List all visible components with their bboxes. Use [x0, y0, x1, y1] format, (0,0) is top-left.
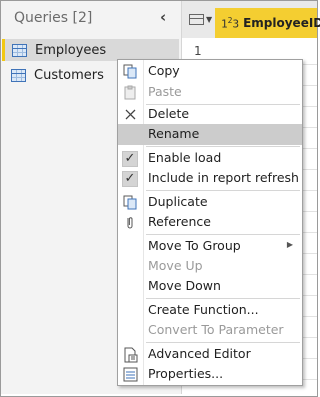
menu-item-label: Move Down — [148, 278, 221, 293]
menu-separator — [146, 234, 300, 235]
menu-item-label: Rename — [148, 126, 200, 141]
submenu-arrow-icon: ▶ — [286, 240, 293, 249]
paste-icon — [121, 84, 139, 101]
query-item-label: Employees — [35, 42, 107, 58]
menu-separator — [146, 146, 300, 147]
query-item-employees[interactable]: Employees — [2, 39, 179, 61]
rename-icon — [121, 126, 139, 143]
duplicate-icon — [121, 194, 139, 211]
menu-item-label: Convert To Parameter — [148, 322, 284, 337]
menu-separator — [146, 190, 300, 191]
menu-separator — [146, 298, 300, 299]
table-menu-icon[interactable] — [189, 14, 204, 25]
whole-number-type-icon[interactable]: 123 — [221, 16, 239, 31]
table-icon — [11, 68, 26, 82]
menu-item-copy[interactable]: Copy — [118, 61, 302, 82]
delete-icon — [121, 106, 139, 123]
menu-item-rename[interactable]: Rename — [118, 124, 302, 145]
menu-item-advanced-editor[interactable]: Advanced Editor — [118, 344, 302, 365]
menu-item-label: Enable load — [148, 150, 222, 165]
check-icon: ✓ — [122, 170, 138, 187]
menu-item-label: Reference — [148, 214, 211, 229]
menu-item-label: Advanced Editor — [148, 346, 251, 361]
menu-item-create-function[interactable]: Create Function... — [118, 300, 302, 321]
menu-separator — [146, 342, 300, 343]
table-icon — [12, 43, 27, 57]
reference-icon — [121, 214, 139, 231]
checkbox-icon: ✓ — [121, 150, 139, 167]
query-item-label: Customers — [34, 67, 104, 83]
column-header-employeeid[interactable]: 123 EmployeeID — [215, 8, 320, 38]
menu-item-duplicate[interactable]: Duplicate — [118, 192, 302, 213]
column-header-label: EmployeeID — [243, 16, 320, 30]
row-number: 1 — [194, 44, 202, 58]
query-context-menu: Copy Paste Delete Rename ✓ Enable load ✓… — [117, 59, 303, 386]
menu-item-properties[interactable]: Properties... — [118, 364, 302, 385]
advanced-editor-icon — [121, 346, 139, 363]
menu-item-label: Copy — [148, 63, 180, 78]
menu-item-convert-to-parameter[interactable]: Convert To Parameter — [118, 320, 302, 341]
chevron-down-icon[interactable]: ▼ — [206, 15, 212, 24]
menu-item-label: Properties... — [148, 366, 224, 381]
menu-item-move-down[interactable]: Move Down — [118, 276, 302, 297]
menu-item-move-up[interactable]: Move Up — [118, 256, 302, 277]
grid-header: ▼ 123 EmployeeID — [182, 1, 320, 38]
menu-item-label: Move Up — [148, 258, 203, 273]
menu-item-move-to-group[interactable]: Move To Group ▶ — [118, 236, 302, 257]
menu-item-delete[interactable]: Delete — [118, 104, 302, 125]
menu-item-label: Duplicate — [148, 194, 208, 209]
checkbox-icon: ✓ — [121, 170, 139, 187]
menu-item-reference[interactable]: Reference — [118, 212, 302, 233]
menu-item-paste[interactable]: Paste — [118, 82, 302, 103]
menu-item-enable-load[interactable]: ✓ Enable load — [118, 148, 302, 169]
menu-item-include-in-report-refresh[interactable]: ✓ Include in report refresh — [118, 168, 302, 189]
queries-pane-title: Queries [2] — [14, 10, 93, 26]
copy-icon — [121, 63, 139, 80]
check-icon: ✓ — [122, 150, 138, 167]
menu-item-label: Delete — [148, 106, 190, 121]
menu-item-label: Paste — [148, 84, 182, 99]
menu-item-label: Move To Group — [148, 238, 241, 253]
collapse-pane-chevron-icon[interactable]: ‹ — [160, 8, 166, 26]
menu-item-label: Create Function... — [148, 302, 259, 317]
menu-item-label: Include in report refresh — [148, 170, 299, 185]
properties-icon — [121, 366, 139, 383]
